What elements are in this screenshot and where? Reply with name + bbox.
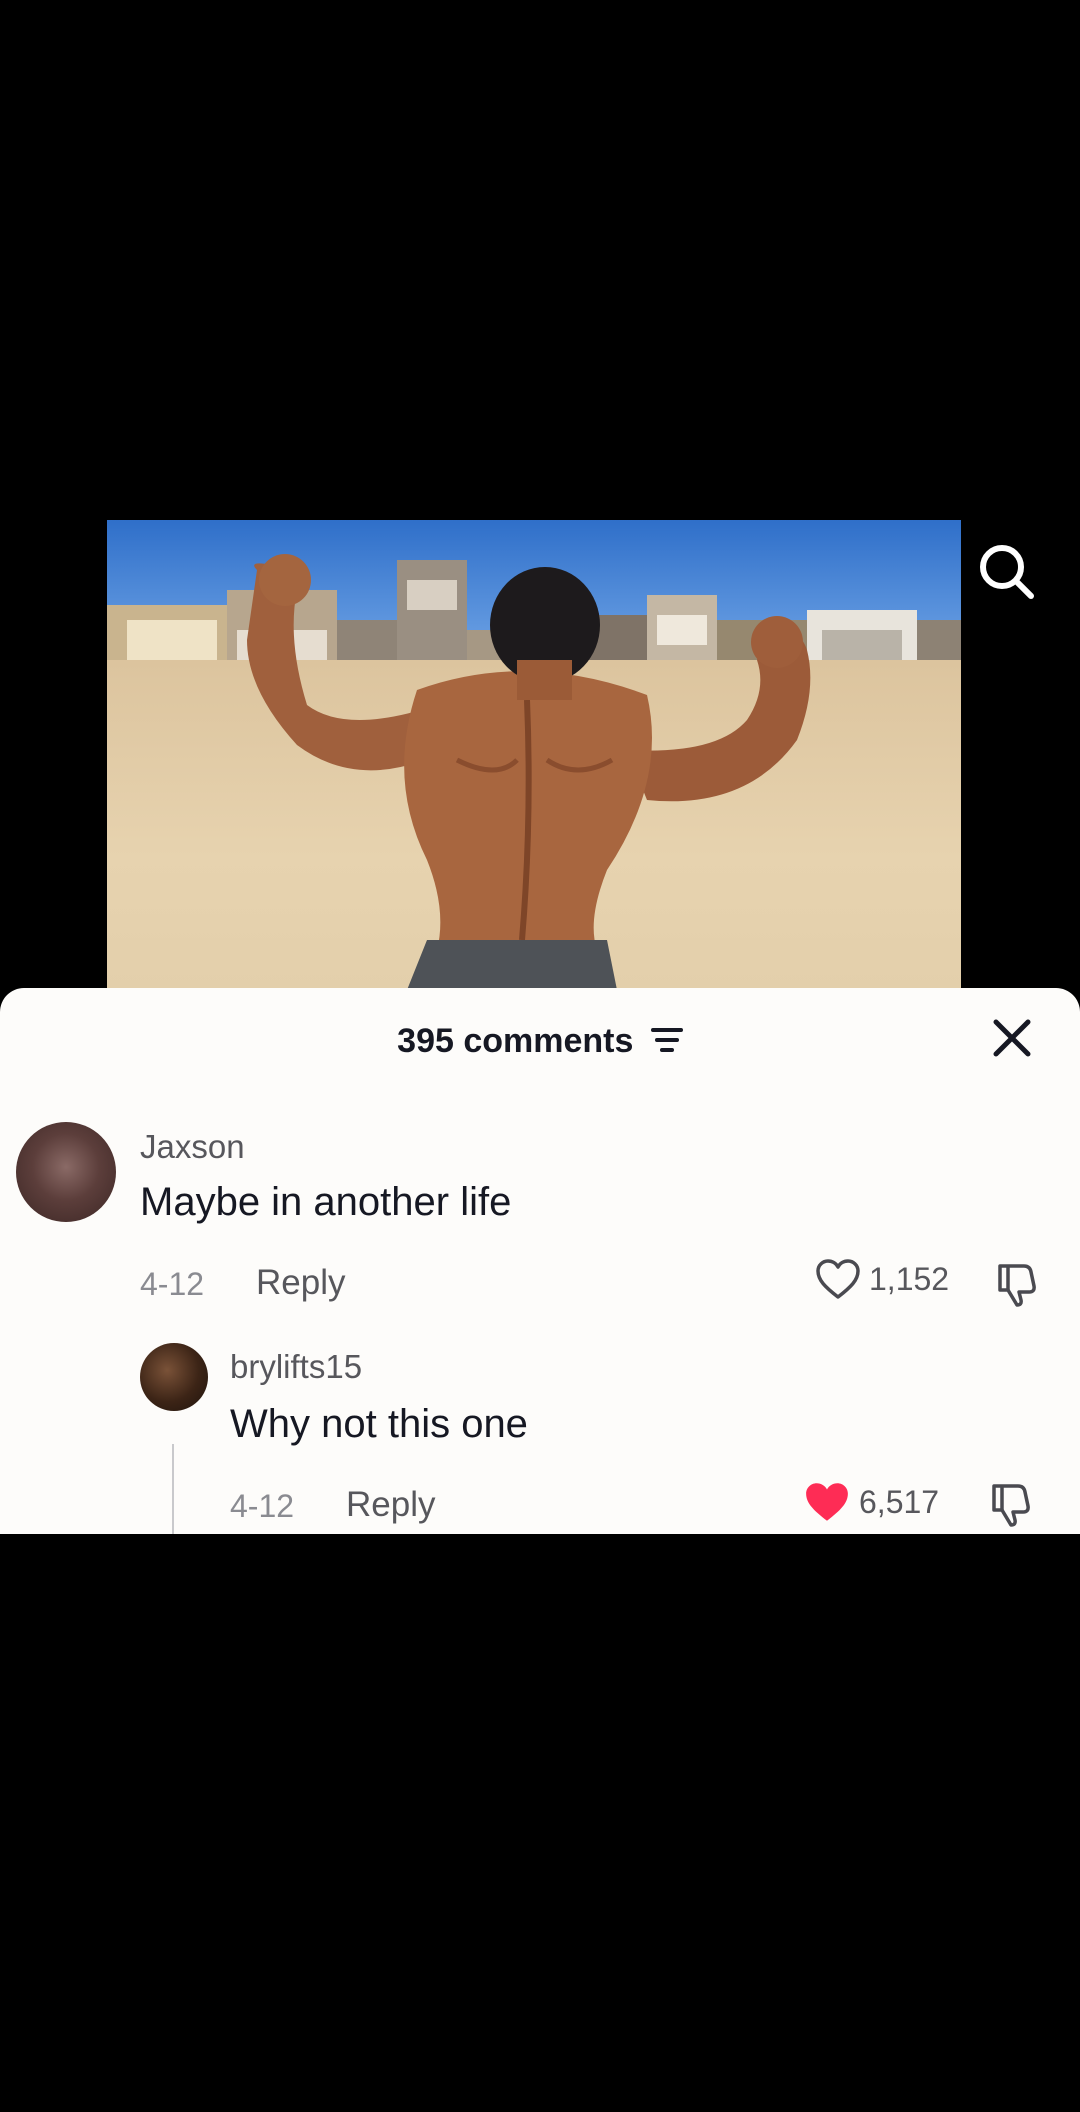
thumbs-down-icon [998,1264,1036,1307]
like-button[interactable]: 1,152 [815,1258,949,1300]
reply-dislike-button[interactable] [986,1480,1036,1530]
close-icon [993,1019,1031,1057]
thread-line [172,1444,174,1534]
reply-reply-button[interactable]: Reply [346,1485,435,1525]
screen: 395 comments Jaxson Maybe in another lif… [0,0,1080,2112]
comments-count-label: 395 comments [397,1022,634,1060]
comments-sheet: 395 comments Jaxson Maybe in another lif… [0,988,1080,1534]
reply-like-button[interactable]: 6,517 [803,1480,939,1524]
reply-date: 4-12 [230,1488,295,1524]
reply-button[interactable]: Reply [256,1263,345,1303]
thumbs-down-icon [992,1484,1030,1527]
close-button[interactable] [986,1012,1038,1064]
avatar[interactable] [16,1122,116,1222]
dislike-button[interactable] [992,1260,1042,1310]
reply-like-count: 6,517 [859,1483,940,1520]
comment-username[interactable]: Jaxson [140,1128,245,1166]
search-icon [980,545,1034,599]
reply-avatar[interactable] [140,1343,208,1411]
comments-count[interactable]: 395 comments [0,1022,1080,1061]
heart-icon [806,1483,848,1521]
filter-icon[interactable] [650,1025,683,1055]
like-count: 1,152 [869,1260,950,1297]
video-figure [247,554,811,990]
video-player[interactable] [107,520,961,990]
comment-text: Maybe in another life [140,1180,512,1224]
comment-date: 4-12 [140,1266,205,1302]
heart-icon [816,1259,860,1299]
search-button[interactable] [975,540,1039,604]
comments-header: 395 comments [0,988,1080,1088]
reply-username[interactable]: brylifts15 [230,1348,362,1386]
reply-text: Why not this one [230,1402,528,1446]
